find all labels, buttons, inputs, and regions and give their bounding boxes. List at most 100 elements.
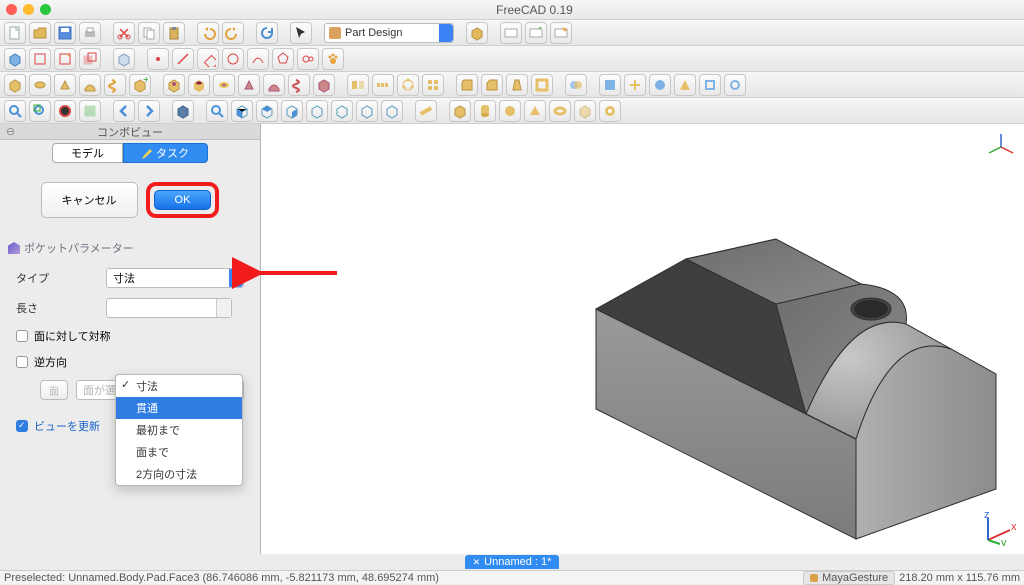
undo-icon[interactable] [197, 22, 219, 44]
tab-task[interactable]: タスク [123, 143, 208, 163]
part-cone-icon[interactable] [524, 100, 546, 122]
sk-line-icon[interactable] [172, 48, 194, 70]
update-view-checkbox[interactable] [16, 420, 28, 432]
sketch-map-icon[interactable] [79, 48, 101, 70]
multi-transform-icon[interactable] [422, 74, 444, 96]
arrow-cursor-icon[interactable] [290, 22, 312, 44]
document-tab[interactable]: ✕ Unnamed : 1* [465, 555, 560, 569]
loft-add-icon[interactable] [54, 74, 76, 96]
nav-style-chip[interactable]: MayaGesture [803, 571, 895, 585]
part-sphere-icon[interactable] [499, 100, 521, 122]
face-select-button[interactable]: 面 [40, 380, 68, 400]
zoom-selection-icon[interactable] [29, 100, 51, 122]
part-tube-icon[interactable] [599, 100, 621, 122]
feat-extra5-icon[interactable] [699, 74, 721, 96]
bounding-box-icon[interactable] [79, 100, 101, 122]
view-right-icon[interactable] [281, 100, 303, 122]
macro-edit-icon[interactable] [550, 22, 572, 44]
sketch-new-icon[interactable] [29, 48, 51, 70]
sk-polygon-icon[interactable] [272, 48, 294, 70]
feat-extra1-icon[interactable] [599, 74, 621, 96]
feat-extra4-icon[interactable] [674, 74, 696, 96]
sk-circle-icon[interactable] [222, 48, 244, 70]
pocket-icon[interactable] [163, 74, 185, 96]
groove-icon[interactable] [213, 74, 235, 96]
nav-back-icon[interactable] [113, 100, 135, 122]
polar-pattern-icon[interactable] [397, 74, 419, 96]
maximize-window-icon[interactable] [40, 4, 51, 15]
draft-icon[interactable] [506, 74, 528, 96]
linear-pattern-icon[interactable] [372, 74, 394, 96]
symmetric-checkbox[interactable] [16, 330, 28, 342]
save-icon[interactable] [54, 22, 76, 44]
panel-close-icon[interactable]: ⊖ [6, 125, 15, 138]
refresh-icon[interactable] [256, 22, 278, 44]
body-icon[interactable] [4, 48, 26, 70]
dropdown-item-through[interactable]: 貫通 [116, 397, 242, 419]
mirror-icon[interactable] [347, 74, 369, 96]
pad-icon[interactable] [4, 74, 26, 96]
type-combobox[interactable]: 寸法 [106, 268, 244, 288]
view-iso-icon[interactable] [172, 100, 194, 122]
sk-point-icon[interactable] [147, 48, 169, 70]
part-cube-icon[interactable] [449, 100, 471, 122]
thickness-icon[interactable] [531, 74, 553, 96]
draw-style-icon[interactable] [54, 100, 76, 122]
measure-dist-icon[interactable] [415, 100, 437, 122]
dropdown-item-dimension[interactable]: 寸法 [116, 375, 242, 397]
copy-icon[interactable] [138, 22, 160, 44]
view-bottom-icon[interactable] [331, 100, 353, 122]
sk-paw-icon[interactable] [322, 48, 344, 70]
dropdown-item-face[interactable]: 面まで [116, 441, 242, 463]
revolve-icon[interactable] [29, 74, 51, 96]
sweep-sub-icon[interactable] [263, 74, 285, 96]
cancel-button[interactable]: キャンセル [41, 182, 138, 218]
feat-extra3-icon[interactable] [649, 74, 671, 96]
feat-extra6-icon[interactable] [724, 74, 746, 96]
nav-forward-icon[interactable] [138, 100, 160, 122]
close-window-icon[interactable] [6, 4, 17, 15]
tab-close-icon[interactable]: ✕ [473, 557, 481, 568]
reverse-checkbox[interactable] [16, 356, 28, 368]
open-file-icon[interactable] [29, 22, 51, 44]
hole-icon[interactable] [188, 74, 210, 96]
view-front-icon[interactable] [231, 100, 253, 122]
feat-extra2-icon[interactable] [624, 74, 646, 96]
ok-button[interactable]: OK [154, 190, 212, 210]
workbench-selector[interactable]: Part Design [324, 23, 454, 43]
sk-misc-icon[interactable] [297, 48, 319, 70]
macro-play-icon[interactable] [525, 22, 547, 44]
cut-icon[interactable] [113, 22, 135, 44]
new-file-icon[interactable] [4, 22, 26, 44]
helix-add-icon[interactable] [104, 74, 126, 96]
dropdown-item-first[interactable]: 最初まで [116, 419, 242, 441]
part-prism-icon[interactable] [574, 100, 596, 122]
primitive-sub-icon[interactable] [313, 74, 335, 96]
zoom-fit-icon[interactable] [4, 100, 26, 122]
view-axo-icon[interactable] [381, 100, 403, 122]
macro-record-icon[interactable] [500, 22, 522, 44]
3d-viewport[interactable]: x y z [261, 124, 1024, 554]
paste-icon[interactable] [163, 22, 185, 44]
sk-curve-icon[interactable] [247, 48, 269, 70]
loft-sub-icon[interactable] [238, 74, 260, 96]
print-icon[interactable] [79, 22, 101, 44]
chamfer-icon[interactable] [481, 74, 503, 96]
part-torus-icon[interactable] [549, 100, 571, 122]
zoom-in-icon[interactable] [206, 100, 228, 122]
redo-icon[interactable] [222, 22, 244, 44]
tab-model[interactable]: モデル [52, 143, 123, 163]
dropdown-item-two-dim[interactable]: 2方向の寸法 [116, 463, 242, 485]
minimize-window-icon[interactable] [23, 4, 34, 15]
box-measure-icon[interactable] [466, 22, 488, 44]
sweep-add-icon[interactable] [79, 74, 101, 96]
helix-sub-icon[interactable] [288, 74, 310, 96]
sketch-edit-icon[interactable] [54, 48, 76, 70]
view-rear-icon[interactable] [306, 100, 328, 122]
fillet-icon[interactable] [456, 74, 478, 96]
length-input[interactable] [106, 298, 232, 318]
sk-rect-icon[interactable] [197, 48, 219, 70]
view-left-icon[interactable] [356, 100, 378, 122]
part-cylinder-icon[interactable] [474, 100, 496, 122]
primitive-add-icon[interactable]: + [129, 74, 151, 96]
